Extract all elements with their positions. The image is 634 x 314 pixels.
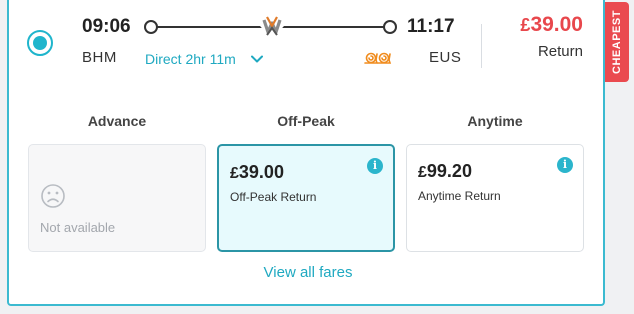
fare-price: £39.00	[230, 162, 284, 183]
price-divider	[481, 24, 482, 68]
journey-price: £39.00	[520, 13, 583, 37]
price-amount: 39.00	[530, 13, 583, 36]
origin-station: BHM	[82, 49, 117, 66]
journey-card[interactable]: 09:06 BHM 11:17 EUS Direct 2hr 11m £39.0…	[7, 0, 605, 306]
fare-name: Anytime Return	[418, 189, 501, 203]
sad-face-icon	[41, 184, 65, 208]
fare-header-anytime: Anytime	[467, 113, 523, 129]
ticket-type-label: Return	[537, 43, 583, 60]
not-available-text: Not available	[40, 220, 116, 235]
fare-price-amount: 99.20	[426, 161, 472, 181]
fare-card-off-peak[interactable]: £39.00 Off-Peak Return i	[217, 144, 395, 252]
route-start-dot	[144, 20, 158, 34]
view-all-fares-link[interactable]: View all fares	[9, 264, 607, 281]
departure-time: 09:06	[82, 16, 131, 37]
destination-station: EUS	[429, 49, 462, 66]
cheapest-badge-label: CHEAPEST	[611, 10, 623, 74]
info-icon[interactable]: i	[557, 157, 573, 173]
currency-symbol: £	[520, 15, 531, 35]
fare-price: £99.20	[418, 161, 472, 182]
operator-logo-icon	[260, 13, 284, 39]
fare-name: Off-Peak Return	[230, 190, 317, 204]
slow-train-snail-icon	[364, 52, 392, 64]
info-icon[interactable]: i	[367, 158, 383, 174]
radio-selected-dot	[33, 36, 47, 50]
fare-card-advance: Not available	[28, 144, 206, 252]
chevron-down-icon	[250, 55, 263, 63]
route-end-dot	[383, 20, 397, 34]
currency-symbol: £	[418, 164, 427, 181]
currency-symbol: £	[230, 165, 239, 182]
fare-price-amount: 39.00	[238, 162, 284, 182]
journey-type-label: Direct 2hr 11m	[145, 51, 236, 67]
fare-card-anytime[interactable]: £99.20 Anytime Return i	[406, 144, 584, 252]
cheapest-badge: CHEAPEST	[605, 2, 629, 82]
journey-details-toggle[interactable]: Direct 2hr 11m	[145, 51, 264, 67]
arrival-time: 11:17	[407, 16, 455, 37]
fare-header-advance: Advance	[87, 113, 147, 129]
fare-header-off-peak: Off-Peak	[277, 113, 335, 129]
journey-select-radio[interactable]	[27, 30, 53, 56]
